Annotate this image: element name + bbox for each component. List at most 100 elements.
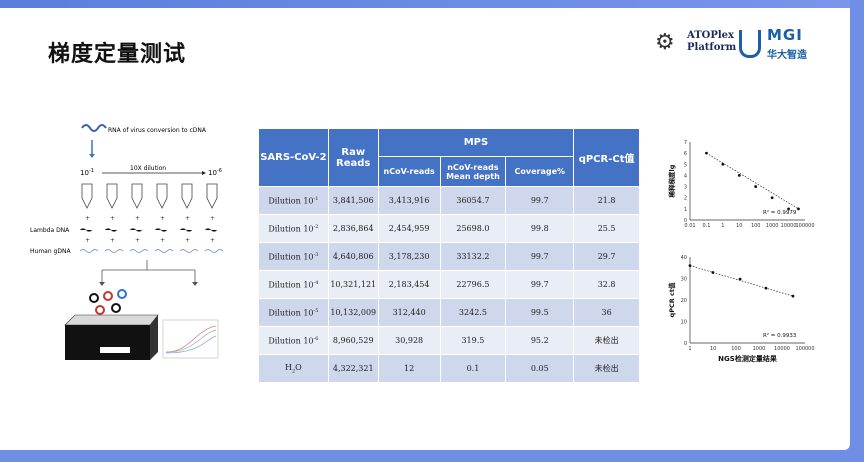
atoplex-logo-line1: ATOPlex (687, 30, 735, 41)
table-row: Dilution 10-1 3,841,506 3,413,916 36054.… (258, 186, 640, 215)
cell-depth: 33132.2 (439, 242, 507, 271)
cell-coverage: 99.7 (505, 270, 575, 299)
cell-ncov: 312,440 (377, 298, 441, 327)
cell-depth: 36054.7 (439, 186, 507, 215)
y-axis-label: qPCR ct值 (667, 282, 676, 317)
data-point (738, 277, 742, 281)
sample-tubes-icon (89, 289, 127, 315)
svg-text:+: + (110, 237, 115, 244)
x-tick-label: 1000 (753, 346, 766, 352)
x-tick-label: 100 (751, 223, 761, 229)
page-title: 梯度定量测试 (48, 42, 187, 67)
y-tick-label: 0 (684, 341, 687, 347)
svg-text:+: + (135, 237, 140, 244)
cell-ncov: 3,413,916 (377, 186, 441, 215)
cell-coverage: 99.8 (505, 214, 575, 243)
cell-depth: 25698.0 (439, 214, 507, 243)
trend-line (689, 265, 794, 297)
cell-depth: 0.1 (439, 354, 507, 383)
x-tick-label: 1 (688, 346, 691, 352)
svg-text:+: + (85, 215, 90, 222)
workflow-diagram: RNA of virus conversion to cDNA 10-1 10-… (30, 124, 224, 360)
start-dilution: 10-1 (80, 168, 94, 177)
data-point (688, 264, 692, 267)
header-mean-depth: nCoV-reads Mean depth (439, 156, 507, 187)
data-point (711, 271, 715, 274)
data-point (737, 174, 741, 177)
cell-ct: 32.8 (573, 270, 640, 299)
cell-coverage: 95.2 (505, 326, 575, 355)
lambda-dna-icons (79, 228, 218, 232)
row-label: Dilution 10-1 (258, 186, 329, 215)
r-squared-annotation: R² = 0.9979 (763, 209, 797, 216)
y-tick-label: 5 (684, 162, 687, 168)
svg-text:+: + (210, 215, 215, 222)
row-label: H2O (258, 354, 329, 383)
cell-raw: 2,836,864 (327, 214, 379, 243)
results-table: SARS-CoV-2 Raw Reads MPS qPCR-Ct值 nCoV-r… (258, 128, 640, 383)
row-label: Dilution 10-4 (258, 270, 329, 299)
cell-coverage: 99.7 (505, 242, 575, 271)
header-raw-reads: Raw Reads (327, 128, 379, 187)
header-qpcr: qPCR-Ct值 (573, 128, 640, 187)
cell-ct: 36 (573, 298, 640, 327)
human-dna-icons (79, 249, 224, 253)
slide: 梯度定量测试 ⚙ ATOPlex Platform MGI 华大智造 RNA o… (0, 0, 850, 450)
tube-icon (131, 183, 143, 209)
mgi-logo-name: MGI (767, 26, 803, 44)
svg-text:+: + (85, 237, 90, 244)
cell-coverage: 0.05 (505, 354, 575, 383)
arrow-head-icon (192, 282, 198, 286)
cell-raw: 10,321,121 (327, 270, 379, 299)
end-dilution: 10-6 (208, 168, 222, 177)
tube-icon (156, 183, 168, 209)
x-tick-label: 10000 (774, 346, 790, 352)
cell-ncov: 3,178,230 (377, 242, 441, 271)
cell-ct: 未检出 (573, 326, 640, 355)
plus-row: + + + + + + (85, 215, 215, 222)
table-row: Dilution 10-2 2,836,864 2,454,959 25698.… (258, 214, 640, 243)
tube-icon (81, 183, 93, 209)
row-label: Dilution 10-5 (258, 298, 329, 327)
svg-text:+: + (210, 237, 215, 244)
cell-depth: 3242.5 (439, 298, 507, 327)
x-tick-label: 0.1 (702, 223, 710, 229)
cell-ct: 25.5 (573, 214, 640, 243)
plus-row-2: + + + + + + (85, 237, 215, 244)
human-gdna-label: Human gDNA (30, 248, 71, 255)
x-axis-label: NGS检测定量结果 (718, 354, 777, 363)
logo-group: ⚙ ATOPlex Platform MGI 华大智造 (655, 24, 835, 64)
y-tick-label: 4 (684, 173, 687, 179)
dilution-step-label: 10X dilution (130, 165, 166, 172)
cell-ct: 29.7 (573, 242, 640, 271)
results-table-container: SARS-CoV-2 Raw Reads MPS qPCR-Ct值 nCoV-r… (258, 128, 640, 383)
header-coverage: Coverage% (505, 156, 575, 187)
gear-icon: ⚙ (655, 30, 675, 55)
mgi-logo-cn: 华大智造 (767, 50, 807, 61)
data-point (797, 207, 800, 211)
tube-icon (206, 183, 218, 209)
cell-coverage: 99.7 (505, 186, 575, 215)
mgi-logo-icon (739, 30, 761, 58)
svg-text:+: + (110, 215, 115, 222)
x-tick-label: 10 (710, 346, 716, 352)
data-point (721, 162, 725, 166)
cell-ncov: 2,183,454 (377, 270, 441, 299)
header-mps: MPS (377, 128, 575, 157)
cell-raw: 8,960,529 (327, 326, 379, 355)
y-tick-label: 40 (681, 255, 687, 261)
dilution-arrow-head (202, 171, 206, 175)
header-sample: SARS-CoV-2 (258, 128, 329, 187)
cell-ncov: 30,928 (377, 326, 441, 355)
cell-ncov: 2,454,959 (377, 214, 441, 243)
sequencer-icon (64, 314, 159, 360)
data-point (791, 294, 795, 298)
y-tick-label: 2 (684, 196, 687, 202)
data-point (764, 286, 768, 290)
y-tick-label: 3 (684, 185, 687, 191)
trend-line (706, 152, 799, 210)
x-tick-label: 100000 (795, 223, 814, 229)
table-row: Dilution 10-6 8,960,529 30,928 319.5 95.… (258, 326, 640, 355)
cell-ct: 21.8 (573, 186, 640, 215)
atoplex-logo: ATOPlex Platform (687, 30, 736, 54)
